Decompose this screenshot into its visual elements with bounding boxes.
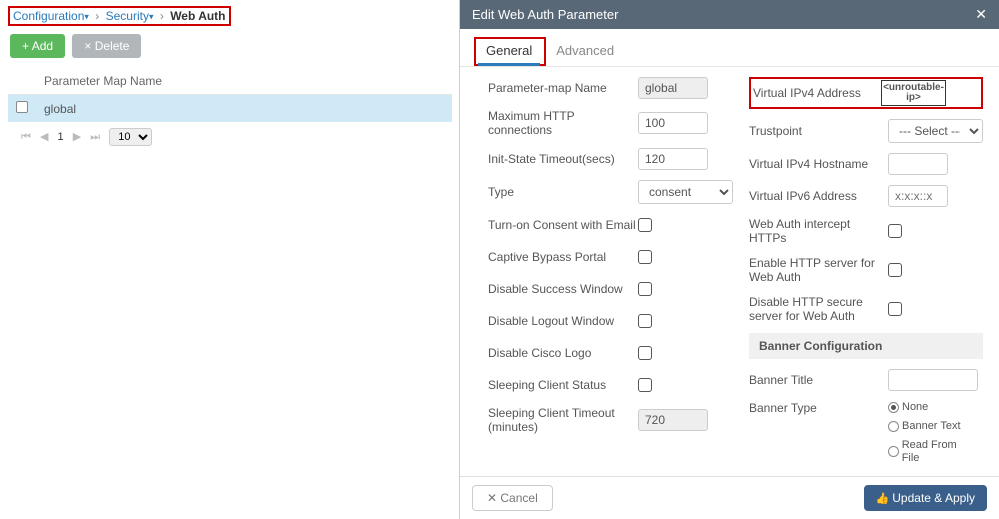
input-vip6[interactable] <box>888 185 948 207</box>
pager-size-select[interactable]: 10 <box>109 128 152 146</box>
lbl-consent-email: Turn-on Consent with Email <box>488 218 638 232</box>
lbl-trustpoint: Trustpoint <box>749 124 888 138</box>
lbl-type: Type <box>488 185 638 199</box>
lbl-banner-title: Banner Title <box>749 373 888 387</box>
lbl-disable-logo: Disable Cisco Logo <box>488 346 638 360</box>
chk-enable-http[interactable] <box>888 263 902 277</box>
input-host4[interactable] <box>888 153 948 175</box>
chk-intercept[interactable] <box>888 224 902 238</box>
select-trustpoint[interactable]: --- Select --- <box>888 119 983 143</box>
input-sleep-timeout[interactable] <box>638 409 708 431</box>
radio-file[interactable]: Read From File <box>888 439 975 465</box>
panel-title: Edit Web Auth Parameter <box>472 7 618 22</box>
input-max-http[interactable] <box>638 112 708 134</box>
row-checkbox[interactable] <box>16 101 28 113</box>
row-name[interactable]: global <box>36 95 452 123</box>
lbl-disable-https: Disable HTTP secure server for Web Auth <box>749 295 888 324</box>
radio-text[interactable]: Banner Text <box>888 420 961 433</box>
parameter-map-table: Parameter Map Name global <box>8 68 452 122</box>
tab-advanced[interactable]: Advanced <box>546 39 624 64</box>
chk-sleep-status[interactable] <box>638 378 652 392</box>
select-type[interactable]: consent <box>638 180 733 204</box>
lbl-enable-http: Enable HTTP server for Web Auth <box>749 256 888 285</box>
lbl-disable-success: Disable Success Window <box>488 282 638 296</box>
tab-general[interactable]: General <box>476 39 542 64</box>
lbl-captive: Captive Bypass Portal <box>488 250 638 264</box>
input-banner-title[interactable] <box>888 369 978 391</box>
chk-captive[interactable] <box>638 250 652 264</box>
col-header-name[interactable]: Parameter Map Name <box>36 68 452 95</box>
lbl-sleep-status: Sleeping Client Status <box>488 378 638 392</box>
pager: ⏮ ◀ 1 ▶ ⏭ 10 <box>8 128 452 146</box>
pager-last-icon[interactable]: ⏭ <box>90 131 100 143</box>
radio-none[interactable]: None <box>888 401 928 414</box>
chk-disable-https[interactable] <box>888 302 902 316</box>
add-button[interactable]: + Add <box>10 34 65 58</box>
breadcrumb: Configuration▾ › Security▾ › Web Auth <box>8 6 231 26</box>
cancel-button[interactable]: ✕ Cancel <box>472 485 553 511</box>
lbl-vip4: Virtual IPv4 Address <box>753 86 881 100</box>
lbl-vip6: Virtual IPv6 Address <box>749 189 888 203</box>
table-row[interactable]: global <box>8 95 452 123</box>
input-vip4[interactable]: <unroutable-ip> <box>881 80 946 106</box>
virtual-ipv4-group: Virtual IPv4 Address <unroutable-ip> <box>749 77 983 109</box>
crumb-configuration[interactable]: Configuration <box>13 9 84 23</box>
crumb-webauth: Web Auth <box>170 9 225 23</box>
chk-disable-success[interactable] <box>638 282 652 296</box>
lbl-param-name: Parameter-map Name <box>488 81 638 95</box>
lbl-disable-logout: Disable Logout Window <box>488 314 638 328</box>
thumb-icon: 👍 <box>876 493 890 505</box>
lbl-max-http: Maximum HTTP connections <box>488 109 638 138</box>
update-apply-button[interactable]: 👍Update & Apply <box>864 485 987 511</box>
chk-disable-logo[interactable] <box>638 346 652 360</box>
pager-first-icon[interactable]: ⏮ <box>21 131 31 143</box>
pager-next-icon[interactable]: ▶ <box>73 131 81 143</box>
lbl-banner-type: Banner Type <box>749 401 888 415</box>
pager-page: 1 <box>58 131 64 143</box>
lbl-sleep-timeout: Sleeping Client Timeout (minutes) <box>488 406 638 435</box>
lbl-host4: Virtual IPv4 Hostname <box>749 157 888 171</box>
input-param-name <box>638 77 708 99</box>
lbl-init-timeout: Init-State Timeout(secs) <box>488 152 638 166</box>
close-icon[interactable]: ✕ <box>975 6 987 23</box>
edit-panel: Edit Web Auth Parameter ✕ General Advanc… <box>459 0 999 519</box>
lbl-intercept: Web Auth intercept HTTPs <box>749 217 888 246</box>
crumb-security[interactable]: Security <box>106 9 149 23</box>
delete-button[interactable]: × Delete <box>72 34 141 58</box>
pager-prev-icon[interactable]: ◀ <box>40 131 48 143</box>
chk-consent-email[interactable] <box>638 218 652 232</box>
input-init-timeout[interactable] <box>638 148 708 170</box>
banner-section-head: Banner Configuration <box>749 333 983 359</box>
chk-disable-logout[interactable] <box>638 314 652 328</box>
banner-type-group: None Banner Text Read From File <box>888 401 983 465</box>
